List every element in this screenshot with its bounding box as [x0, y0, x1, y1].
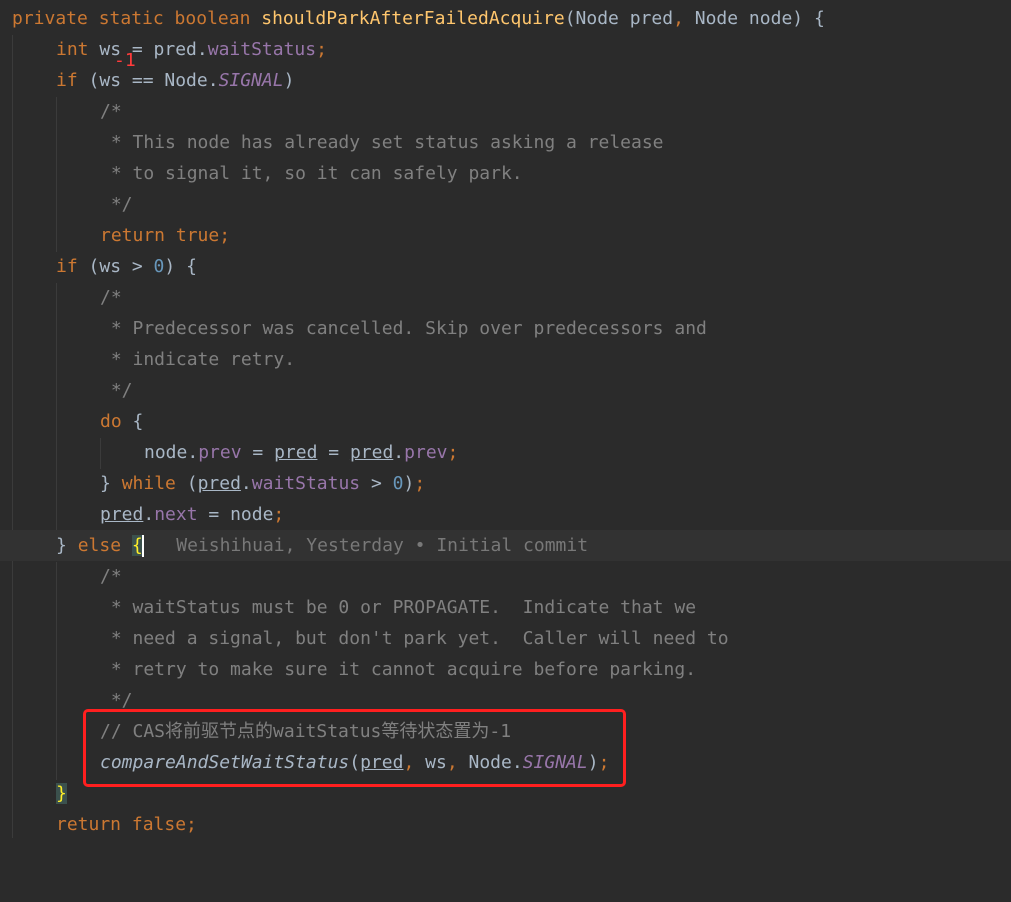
comment: * This node has already set status askin… — [100, 132, 664, 153]
code-text: . — [393, 442, 405, 463]
modifiers: private static boolean — [12, 8, 262, 29]
code-line[interactable]: } while (pred.waitStatus > 0); — [0, 468, 1011, 499]
code-line[interactable]: * indicate retry. — [0, 344, 1011, 375]
code-text: = node — [197, 504, 274, 525]
field-ref: waitStatus — [207, 39, 317, 60]
git-blame-inline[interactable]: Weishihuai, Yesterday • Initial commit — [144, 535, 588, 556]
do-keyword: do — [100, 411, 122, 432]
type-keyword: int — [56, 39, 89, 60]
code-line[interactable]: node.prev = pred = pred.prev; — [0, 437, 1011, 468]
variable-ref: pred — [274, 442, 318, 463]
code-line[interactable]: if (ws == Node.SIGNAL) — [0, 65, 1011, 96]
code-line[interactable]: int ws = pred.waitStatus; — [0, 34, 1011, 65]
code-line[interactable]: * waitStatus must be 0 or PROPAGATE. Ind… — [0, 592, 1011, 623]
comment: */ — [100, 380, 133, 401]
code-text: } — [56, 535, 78, 556]
code-line-current[interactable]: } else { Weishihuai, Yesterday • Initial… — [0, 530, 1011, 561]
code-text: (ws == Node. — [77, 70, 219, 91]
code-line[interactable]: * Predecessor was cancelled. Skip over p… — [0, 313, 1011, 344]
comment: /* — [100, 101, 122, 122]
comment: /* — [100, 287, 122, 308]
number-literal: 0 — [392, 473, 404, 494]
code-line[interactable]: /* — [0, 96, 1011, 127]
params: (Node pred — [564, 8, 674, 29]
code-text: > — [360, 473, 393, 494]
field-ref: next — [154, 504, 198, 525]
code-text: ( — [175, 473, 198, 494]
code-line[interactable]: private static boolean shouldParkAfterFa… — [0, 3, 1011, 34]
comma: , — [673, 8, 684, 29]
semicolon: ; — [273, 504, 285, 525]
if-keyword: if — [56, 256, 78, 277]
code-line[interactable]: if (ws > 0) { — [0, 251, 1011, 282]
code-text: node. — [144, 442, 199, 463]
code-line[interactable]: * to signal it, so it can safely park. — [0, 158, 1011, 189]
semicolon: ; — [414, 473, 426, 494]
code-text: = — [241, 442, 275, 463]
matched-brace: } — [56, 783, 67, 804]
comment: * retry to make sure it cannot acquire b… — [100, 659, 697, 680]
comment: * to signal it, so it can safely park. — [100, 163, 523, 184]
code-line[interactable]: do { — [0, 406, 1011, 437]
return-keyword: return true — [100, 225, 220, 246]
code-line[interactable]: */ — [0, 189, 1011, 220]
code-line[interactable]: return true; — [0, 220, 1011, 251]
code-text: . — [143, 504, 155, 525]
while-keyword: while — [121, 473, 176, 494]
variable-ref: pred — [197, 473, 241, 494]
code-line[interactable]: /* — [0, 282, 1011, 313]
annotation-value: -1 — [114, 50, 136, 71]
semicolon: ; — [186, 814, 197, 835]
variable-ref: pred — [100, 504, 144, 525]
code-editor[interactable]: private static boolean shouldParkAfterFa… — [0, 0, 1011, 838]
field-ref: prev — [404, 442, 448, 463]
variable-ref: pred — [349, 442, 394, 463]
return-keyword: return false — [56, 814, 187, 835]
if-keyword: if — [56, 70, 78, 91]
number-literal: 0 — [153, 256, 165, 277]
code-text: ) { — [164, 256, 197, 277]
code-line[interactable]: * retry to make sure it cannot acquire b… — [0, 654, 1011, 685]
semicolon: ; — [219, 225, 231, 246]
code-text: ws = pred. — [88, 39, 208, 60]
comment: * indicate retry. — [100, 349, 296, 370]
field-ref: prev — [198, 442, 242, 463]
code-text: } — [100, 473, 122, 494]
comment: * waitStatus must be 0 or PROPAGATE. Ind… — [100, 597, 697, 618]
code-text: ) — [403, 473, 415, 494]
comment: /* — [100, 566, 122, 587]
code-text: = — [317, 442, 350, 463]
code-text: ) — [283, 70, 295, 91]
params: Node node) { — [683, 8, 825, 29]
highlight-box — [83, 709, 626, 787]
comment: */ — [100, 194, 133, 215]
code-line[interactable]: * need a signal, but don't park yet. Cal… — [0, 623, 1011, 654]
code-line[interactable]: */ — [0, 375, 1011, 406]
code-line[interactable]: * This node has already set status askin… — [0, 127, 1011, 158]
comment: * Predecessor was cancelled. Skip over p… — [100, 318, 707, 339]
code-text: . — [240, 473, 252, 494]
code-text: { — [121, 411, 144, 432]
semicolon: ; — [316, 39, 327, 60]
code-line[interactable]: pred.next = node; — [0, 499, 1011, 530]
code-line[interactable]: /* — [0, 561, 1011, 592]
comment: * need a signal, but don't park yet. Cal… — [100, 628, 729, 649]
code-line[interactable]: return false; — [0, 809, 1011, 840]
static-field: SIGNAL — [218, 70, 284, 91]
semicolon: ; — [447, 442, 459, 463]
field-ref: waitStatus — [251, 473, 361, 494]
else-keyword: else — [77, 535, 122, 556]
method-name: shouldParkAfterFailedAcquire — [261, 8, 565, 29]
code-text: (ws > — [77, 256, 154, 277]
